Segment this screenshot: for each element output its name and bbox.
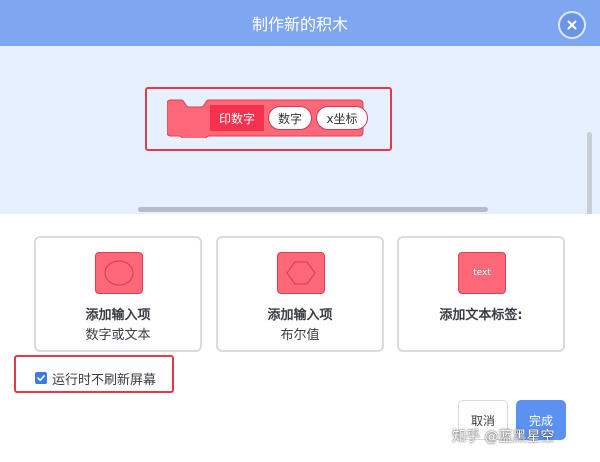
options-area: 添加输入项 数字或文本 添加输入项 布尔值 text 添加文本标签: 运行时不刷… <box>0 214 600 462</box>
hexagon-input-icon <box>277 252 325 294</box>
oval-input-icon <box>95 252 143 294</box>
horizontal-scrollbar[interactable] <box>138 207 488 212</box>
close-button[interactable] <box>558 11 586 39</box>
block-label[interactable]: 印数字 <box>210 105 264 131</box>
dialog-title: 制作新的积木 <box>251 15 348 34</box>
option-title: 添加文本标签: <box>439 308 523 323</box>
checkmark-icon <box>37 375 45 382</box>
option-subtitle: 数字或文本 <box>85 328 151 343</box>
run-without-refresh-checkbox[interactable] <box>35 372 47 384</box>
dialog-header: 制作新的积木 <box>0 0 600 46</box>
block-preview-highlight: 印数字 数字 x坐标 <box>145 87 392 151</box>
block-input-number[interactable]: 数字 <box>268 106 312 130</box>
text-label-icon: text <box>458 252 506 294</box>
block-input-x[interactable]: x坐标 <box>316 106 368 130</box>
vertical-scrollbar[interactable] <box>587 132 592 222</box>
option-title: 添加输入项 <box>267 308 333 323</box>
close-icon <box>567 20 577 30</box>
hexagon-shape <box>286 261 316 285</box>
option-subtitle: 布尔值 <box>280 328 320 343</box>
oval-shape <box>104 260 134 286</box>
make-block-dialog: 制作新的积木 印数字 数字 x坐标 添加输入项 数字或文本 添加输入项 布尔值 … <box>0 0 600 462</box>
add-input-boolean-option[interactable]: 添加输入项 布尔值 <box>216 236 384 352</box>
run-without-refresh-label[interactable]: 运行时不刷新屏幕 <box>52 369 156 388</box>
run-without-refresh-highlight: 运行时不刷新屏幕 <box>14 355 174 393</box>
add-input-number-text-option[interactable]: 添加输入项 数字或文本 <box>34 236 202 352</box>
add-text-label-option[interactable]: text 添加文本标签: <box>397 236 565 352</box>
block-preview-area: 印数字 数字 x坐标 <box>0 46 600 222</box>
option-title: 添加输入项 <box>85 308 151 323</box>
watermark: 知乎 @蓝黑星空 <box>452 429 555 445</box>
